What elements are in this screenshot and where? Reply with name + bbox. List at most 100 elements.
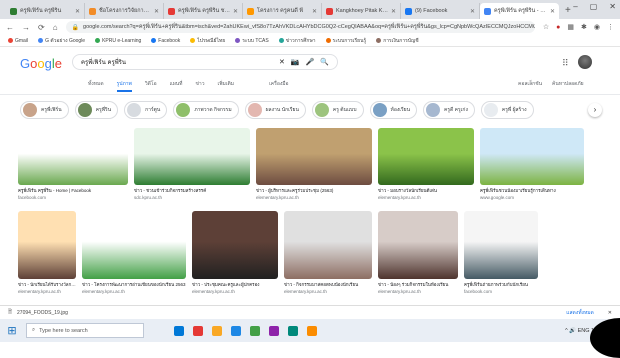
browser-tab[interactable]: ครูพี่เฟิร์น ครูพี่ริน - Google✕ [480, 3, 559, 19]
bookmark-item[interactable]: G ตัวอย่าง Google [38, 37, 85, 45]
forward-icon[interactable]: → [22, 23, 30, 32]
pinned-app-icon[interactable] [174, 325, 184, 336]
close-tab-icon[interactable]: ✕ [550, 8, 555, 15]
related-chip[interactable]: ภาพวาด กิจกรรม [173, 101, 239, 119]
close-tab-icon[interactable]: ✕ [470, 8, 475, 15]
result-thumbnail[interactable] [284, 211, 372, 279]
result-caption[interactable]: ครูพี่เฟิร์นถ่ายภาพร่วมกับนักเรียน [464, 281, 538, 288]
result-thumbnail[interactable] [192, 211, 278, 279]
close-window-icon[interactable]: ✕ [609, 2, 616, 11]
result-thumbnail[interactable] [82, 211, 186, 279]
close-tab-icon[interactable]: ✕ [233, 8, 238, 15]
related-chip[interactable]: ครู ต้นแบบ [311, 101, 364, 119]
result-caption[interactable]: ข่าว - มอบรางวัลนักเรียนดีเด่น [378, 187, 474, 194]
search-icon[interactable]: 🔍 [320, 58, 329, 66]
bookmark-item[interactable]: ระบบ TCAS [235, 37, 269, 45]
image-result[interactable]: ข่าว - ชวนเข้าร่วมกิจกรรมสร้างสรรค์ sdc.k… [134, 128, 250, 200]
browser-tab[interactable]: ครูพี่เฟิร์น ครูพี่ริน ✕ [6, 3, 85, 19]
browser-tab[interactable]: ครูพี่เฟิร์น ครูพี่ริน ชวนคุณ✕ [164, 3, 243, 19]
related-chip[interactable]: ครูพี่เฟิร์น [20, 101, 69, 119]
reload-icon[interactable]: ⟳ [38, 23, 45, 32]
tab-videos[interactable]: วิดีโอ [145, 80, 157, 92]
taskbar-search-input[interactable]: ⌕ Type here to search [26, 323, 144, 338]
image-result[interactable]: ข่าว - โครงการพัฒนาการอ่านเขียนของนักเรี… [82, 211, 186, 294]
pinned-app-icon[interactable] [288, 325, 298, 336]
result-thumbnail[interactable] [18, 128, 128, 185]
image-result[interactable]: ข่าว - ผู้บริหารและครูร่วมประชุม (2563) e… [256, 128, 372, 200]
result-thumbnail[interactable] [464, 211, 538, 279]
pinned-app-icon[interactable] [231, 325, 241, 336]
result-thumbnail[interactable] [378, 211, 458, 279]
result-caption[interactable]: ข่าว - ผู้บริหารและครูร่วมประชุม (2563) [256, 187, 372, 194]
image-result[interactable]: ข่าว - นักเรียนได้รับรางวัลการประกวดelem… [18, 211, 76, 294]
safesearch-link[interactable]: ค้นหาปลอดภัย [552, 80, 584, 88]
show-all-link[interactable]: แสดงทั้งหมด [566, 309, 594, 317]
image-result[interactable]: ข่าว - ประชุมคณะครูและผู้ปกครอง elementar… [192, 211, 278, 294]
pinned-app-icon[interactable] [212, 325, 222, 336]
minimize-icon[interactable]: – [573, 2, 577, 11]
related-chip[interactable]: ครูพี่ริน [74, 101, 119, 119]
chevron-right-icon[interactable]: › [588, 103, 602, 117]
tab-maps[interactable]: แผนที่ [170, 80, 183, 92]
image-result[interactable]: ครูพี่เฟิร์นชวนน้องมาเรียนรู้การเดินทาง w… [480, 128, 584, 200]
image-result[interactable]: ข่าว - น้องๆ ร่วมกิจกรรมในห้องเรียน eleme… [378, 211, 458, 294]
result-caption[interactable]: ข่าว - ชวนเข้าร่วมกิจกรรมสร้างสรรค์ [134, 187, 250, 194]
bookmark-item[interactable]: ระบบการเรียนรู้ [325, 37, 366, 45]
result-caption[interactable]: ข่าว - ประชุมคณะครูและผู้ปกครอง [192, 281, 278, 288]
google-logo[interactable]: Google [20, 56, 62, 71]
tab-more[interactable]: เพิ่มเติม [218, 80, 235, 92]
browser-tab[interactable]: ชื่อโครงการวิจัยการศึกษา✕ [85, 3, 164, 19]
windows-start-icon[interactable]: ⊞ [4, 324, 20, 337]
mic-icon[interactable]: 🎤 [306, 58, 315, 66]
related-chip[interactable]: การ์ตูน [124, 101, 168, 119]
profile-icon[interactable]: ◉ [594, 23, 600, 31]
puzzle-icon[interactable]: ✱ [581, 23, 587, 31]
result-thumbnail[interactable] [256, 128, 372, 185]
menu-icon[interactable]: ⋮ [607, 23, 614, 31]
related-chip[interactable]: ครูดี ครูเก่ง [423, 101, 475, 119]
browser-tab[interactable]: (9) Facebook ✕ [401, 3, 480, 19]
pinned-app-icon[interactable] [307, 325, 317, 336]
bookmark-item[interactable]: Gmail [8, 38, 28, 44]
tab-news[interactable]: ข่าว [195, 80, 204, 92]
related-chip[interactable]: ครูพี่ ผู้สร้าง [480, 101, 534, 119]
maximize-icon[interactable]: ▢ [590, 2, 598, 11]
pinned-app-icon[interactable] [250, 325, 260, 336]
result-caption[interactable]: ครูพี่เฟิร์น ครูพี่ริน - Home | Facebook [18, 187, 128, 194]
apps-grid-icon[interactable]: ⠿ [562, 58, 569, 69]
result-caption[interactable]: ข่าว - นักเรียนได้รับรางวัลการประกวด [18, 281, 76, 288]
close-tab-icon[interactable]: ✕ [391, 8, 396, 15]
image-result[interactable]: ครูพี่เฟิร์นถ่ายภาพร่วมกับนักเรียน facebo… [464, 211, 538, 294]
back-icon[interactable]: ← [6, 23, 14, 32]
image-result[interactable]: ข่าว - กิจกรรมมาสคอตพบน้องนักเรียน elemen… [284, 211, 372, 294]
new-tab-button[interactable]: + [565, 3, 571, 19]
browser-tab[interactable]: โครงการ ครูคนดี พี่ ✕ [243, 3, 322, 19]
result-caption[interactable]: ครูพี่เฟิร์นชวนน้องมาเรียนรู้การเดินทาง [480, 187, 584, 194]
tab-all[interactable]: ทั้งหมด [88, 80, 104, 92]
close-download-bar-icon[interactable]: ✕ [608, 310, 612, 316]
result-caption[interactable]: ข่าว - น้องๆ ร่วมกิจกรรมในห้องเรียน [378, 281, 458, 288]
star-icon[interactable]: ☆ [543, 23, 549, 31]
clear-icon[interactable]: ✕ [279, 58, 285, 66]
extension-icon[interactable]: ● [556, 24, 560, 31]
grid-icon[interactable]: ▦ [567, 23, 574, 31]
related-chip[interactable]: ห้องเรียน [369, 101, 418, 119]
bookmark-item[interactable]: การเงินการบัญชี [376, 37, 419, 45]
result-thumbnail[interactable] [378, 128, 474, 185]
tab-images[interactable]: รูปภาพ [116, 80, 132, 92]
bookmark-item[interactable]: ไปรษณีย์ไทย [190, 37, 225, 45]
related-chip[interactable]: ผลงาน นักเรียน [244, 101, 306, 119]
search-input[interactable]: ครูพี่เฟิร์น ครูพี่ริน ✕ 📷 🎤 🔍 [72, 54, 338, 70]
download-file[interactable]: 27094_FOODS_19.jpg [17, 310, 68, 316]
bookmark-item[interactable]: KPRU e-Learning [95, 38, 141, 44]
pinned-app-icon[interactable] [269, 325, 279, 336]
home-icon[interactable]: ⌂ [53, 23, 58, 32]
pinned-app-icon[interactable] [193, 325, 203, 336]
avatar[interactable] [578, 55, 592, 69]
result-caption[interactable]: ข่าว - โครงการพัฒนาการอ่านเขียนของนักเรี… [82, 281, 186, 288]
bookmark-item[interactable]: ข่าวการศึกษา [278, 37, 316, 45]
bookmark-item[interactable]: Facebook [151, 38, 180, 44]
address-bar[interactable]: 🔒 google.com/search?q=ครูพี่เฟิร์น+ครูพี… [65, 21, 535, 33]
image-result[interactable]: ครูพี่เฟิร์น ครูพี่ริน - Home | Facebook… [18, 128, 128, 200]
close-tab-icon[interactable]: ✕ [312, 8, 317, 15]
